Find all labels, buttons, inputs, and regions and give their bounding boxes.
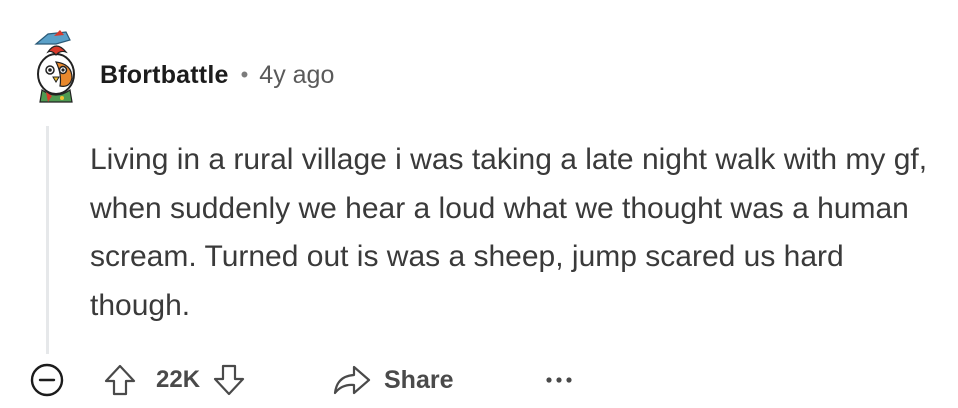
collapse-button[interactable] — [29, 362, 65, 398]
more-dots-icon — [546, 377, 572, 383]
username-link[interactable]: Bfortbattle — [100, 61, 229, 90]
arrow-down-icon — [213, 364, 245, 396]
separator-dot: • — [240, 62, 249, 87]
comment-header: Bfortbattle • 4y ago — [100, 55, 334, 95]
upvote-button[interactable] — [100, 360, 140, 400]
user-avatar[interactable] — [26, 22, 86, 108]
bird-avatar-icon — [34, 30, 75, 103]
comment-action-bar: 22K Share — [0, 356, 958, 404]
share-arrow-icon — [333, 365, 371, 395]
timestamp-link[interactable]: 4y ago — [259, 61, 334, 90]
downvote-button[interactable] — [209, 360, 249, 400]
arrow-up-icon — [104, 364, 136, 396]
thread-line[interactable] — [46, 126, 49, 354]
more-options-button[interactable] — [541, 362, 577, 398]
minus-circle-icon — [30, 363, 64, 397]
share-button[interactable]: Share — [332, 359, 453, 401]
vote-score: 22K — [156, 366, 201, 393]
vote-group: 22K — [100, 359, 249, 401]
comment-body: Living in a rural village i was taking a… — [90, 143, 928, 322]
share-label: Share — [384, 365, 454, 394]
